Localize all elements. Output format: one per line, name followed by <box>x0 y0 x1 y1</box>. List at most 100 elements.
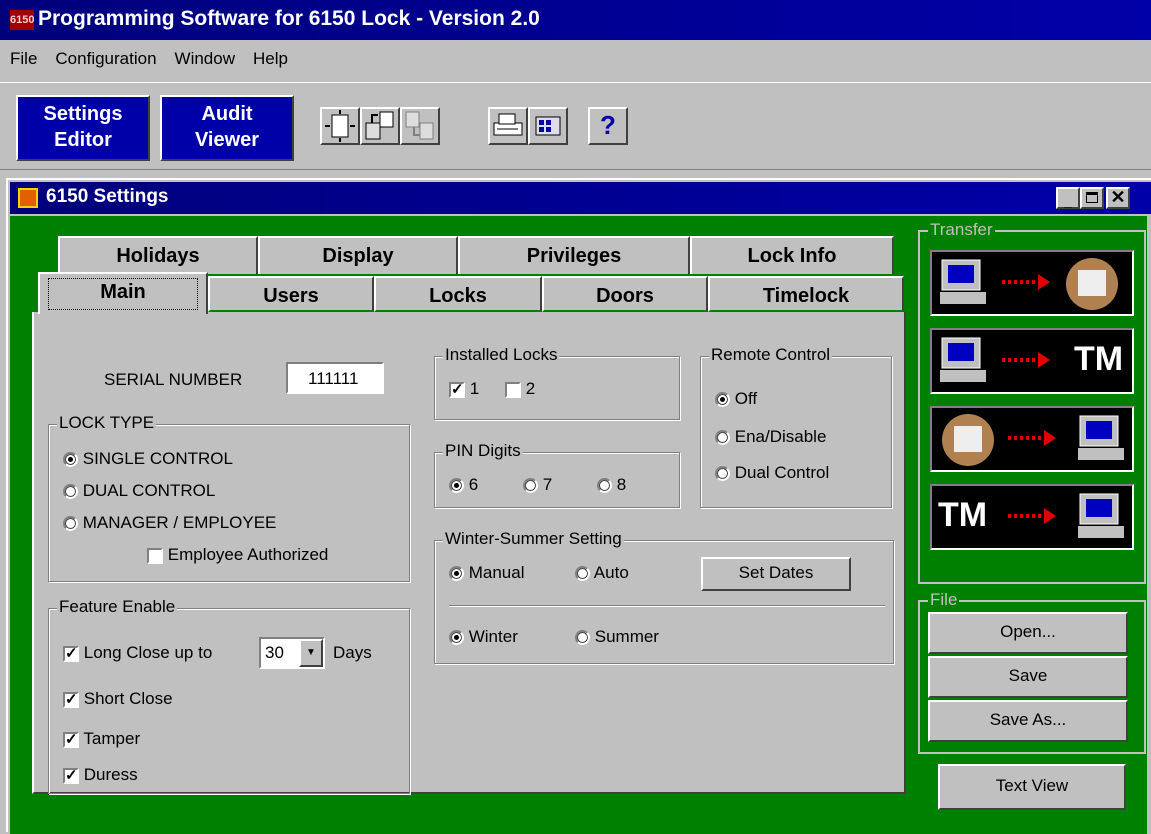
chevron-down-icon[interactable]: ▼ <box>299 639 323 667</box>
long-close-days-value: 30 <box>265 643 284 662</box>
employee-authorized[interactable]: Employee Authorized <box>147 545 328 565</box>
transfer-tm-to-pc-button[interactable]: TM <box>930 484 1134 550</box>
feature-enable-label: Feature Enable <box>57 597 178 617</box>
menu-file[interactable]: File <box>10 49 37 74</box>
menu-window[interactable]: Window <box>175 49 235 74</box>
minimize-icon[interactable]: _ <box>1056 187 1080 209</box>
tab-display[interactable]: Display <box>258 236 458 274</box>
remote-dual-control[interactable]: Dual Control <box>715 463 829 483</box>
transfer-lock-to-pc-button[interactable] <box>930 406 1134 472</box>
radio-pin-6[interactable] <box>449 478 464 494</box>
tamper-row[interactable]: ✓ Tamper <box>63 729 140 749</box>
lock-1-checkbox[interactable]: ✓ <box>449 381 465 398</box>
menu-help[interactable]: Help <box>253 49 288 74</box>
radio-manager-employee[interactable] <box>63 516 78 532</box>
upload-icon[interactable] <box>360 107 400 145</box>
employee-authorized-checkbox[interactable] <box>147 547 163 564</box>
tab-locks[interactable]: Locks <box>374 276 542 312</box>
save-as-button[interactable]: Save As... <box>928 700 1128 742</box>
radio-pin-7[interactable] <box>523 478 538 494</box>
winter-summer-manual[interactable]: Manual <box>449 563 525 583</box>
print-icon[interactable] <box>488 107 528 145</box>
tab-users[interactable]: Users <box>208 276 374 312</box>
radio-summer[interactable] <box>575 630 590 646</box>
pin-digits-label: PIN Digits <box>443 441 523 461</box>
summer-option[interactable]: Summer <box>575 627 659 647</box>
download-icon[interactable] <box>400 107 440 145</box>
open-button[interactable]: Open... <box>928 612 1128 654</box>
short-close-row[interactable]: ✓ Short Close <box>63 689 173 709</box>
toolbar: Settings Editor Audit Viewer ? <box>0 82 1151 170</box>
winter-option[interactable]: Winter <box>449 627 518 647</box>
radio-single-control[interactable] <box>63 452 78 468</box>
tab-lock-info[interactable]: Lock Info <box>690 236 894 274</box>
radio-remote-dual-control[interactable] <box>715 466 730 482</box>
radio-pin-8[interactable] <box>597 478 612 494</box>
lock-type-dual[interactable]: DUAL CONTROL <box>63 481 215 501</box>
pin-6-label: 6 <box>468 475 479 494</box>
long-close-row[interactable]: ✓ Long Close up to <box>63 643 212 663</box>
serial-number-input[interactable]: 111111 <box>286 362 384 394</box>
close-icon[interactable]: ✕ <box>1106 187 1130 209</box>
long-close-days-select[interactable]: 30 ▼ <box>259 637 325 669</box>
tab-privileges[interactable]: Privileges <box>458 236 690 274</box>
winter-summer-auto[interactable]: Auto <box>575 563 629 583</box>
remote-ena-disable-label: Ena/Disable <box>734 427 827 446</box>
lock-2-label: 2 <box>525 379 536 398</box>
remote-ena-disable[interactable]: Ena/Disable <box>715 427 826 447</box>
set-dates-button[interactable]: Set Dates <box>701 557 851 591</box>
pc-to-lock-icon <box>940 258 1118 310</box>
pin-digits-7[interactable]: 7 <box>523 475 552 495</box>
settings-editor-button[interactable]: Settings Editor <box>16 95 150 161</box>
installed-locks-label: Installed Locks <box>443 345 560 365</box>
dual-control-label: DUAL CONTROL <box>82 481 216 500</box>
installed-lock-2[interactable]: 2 <box>505 379 535 399</box>
lock-type-single[interactable]: SINGLE CONTROL <box>63 449 233 469</box>
window-title: 6150 Settings <box>46 186 169 207</box>
days-label: Days <box>333 643 372 662</box>
tab-doors[interactable]: Doors <box>542 276 708 312</box>
remote-control-label: Remote Control <box>709 345 833 365</box>
transfer-pc-to-tm-button[interactable]: TM <box>930 328 1134 394</box>
radio-manual[interactable] <box>449 566 464 582</box>
tamper-checkbox[interactable]: ✓ <box>63 731 79 748</box>
new-file-icon[interactable] <box>320 107 360 145</box>
installed-lock-1[interactable]: ✓ 1 <box>449 379 479 399</box>
short-close-label: Short Close <box>83 689 173 708</box>
radio-dual-control[interactable] <box>63 484 78 500</box>
app-title-bar: 6150 Programming Software for 6150 Lock … <box>0 0 1151 40</box>
transfer-pc-to-lock-button[interactable] <box>930 250 1134 316</box>
text-view-button[interactable]: Text View <box>938 764 1126 810</box>
remote-off[interactable]: Off <box>715 389 757 409</box>
audit-viewer-button[interactable]: Audit Viewer <box>160 95 294 161</box>
lock-type-manager[interactable]: MANAGER / EMPLOYEE <box>63 513 276 533</box>
winter-label: Winter <box>468 627 518 646</box>
short-close-checkbox[interactable]: ✓ <box>63 691 79 708</box>
long-close-checkbox[interactable]: ✓ <box>63 645 79 662</box>
duress-checkbox[interactable]: ✓ <box>63 767 79 784</box>
pin-digits-8[interactable]: 8 <box>597 475 626 495</box>
lock-2-checkbox[interactable] <box>505 381 521 398</box>
maximize-icon[interactable] <box>1080 187 1104 209</box>
radio-auto[interactable] <box>575 566 590 582</box>
radio-remote-off[interactable] <box>715 392 730 408</box>
winter-summer-divider <box>449 605 885 607</box>
settings-window-title-bar: 6150 Settings _ ✕ <box>10 182 1151 214</box>
menu-configuration[interactable]: Configuration <box>55 49 156 74</box>
tab-holidays[interactable]: Holidays <box>58 236 258 274</box>
summer-label: Summer <box>594 627 659 646</box>
radio-winter[interactable] <box>449 630 464 646</box>
settings-editor-line1: Settings <box>43 103 123 125</box>
app-title: Programming Software for 6150 Lock - Ver… <box>38 7 540 30</box>
pin-digits-6[interactable]: 6 <box>449 475 478 495</box>
manager-employee-label: MANAGER / EMPLOYEE <box>82 513 277 532</box>
tab-timelock[interactable]: Timelock <box>708 276 904 312</box>
radio-remote-ena-disable[interactable] <box>715 430 730 446</box>
menu-bar: File Configuration Window Help <box>0 44 1151 74</box>
tm-label-2: TM <box>938 496 988 534</box>
duress-row[interactable]: ✓ Duress <box>63 765 138 785</box>
calculator-icon[interactable] <box>528 107 568 145</box>
help-icon[interactable]: ? <box>588 107 628 145</box>
save-button[interactable]: Save <box>928 656 1128 698</box>
auto-label: Auto <box>593 563 629 582</box>
